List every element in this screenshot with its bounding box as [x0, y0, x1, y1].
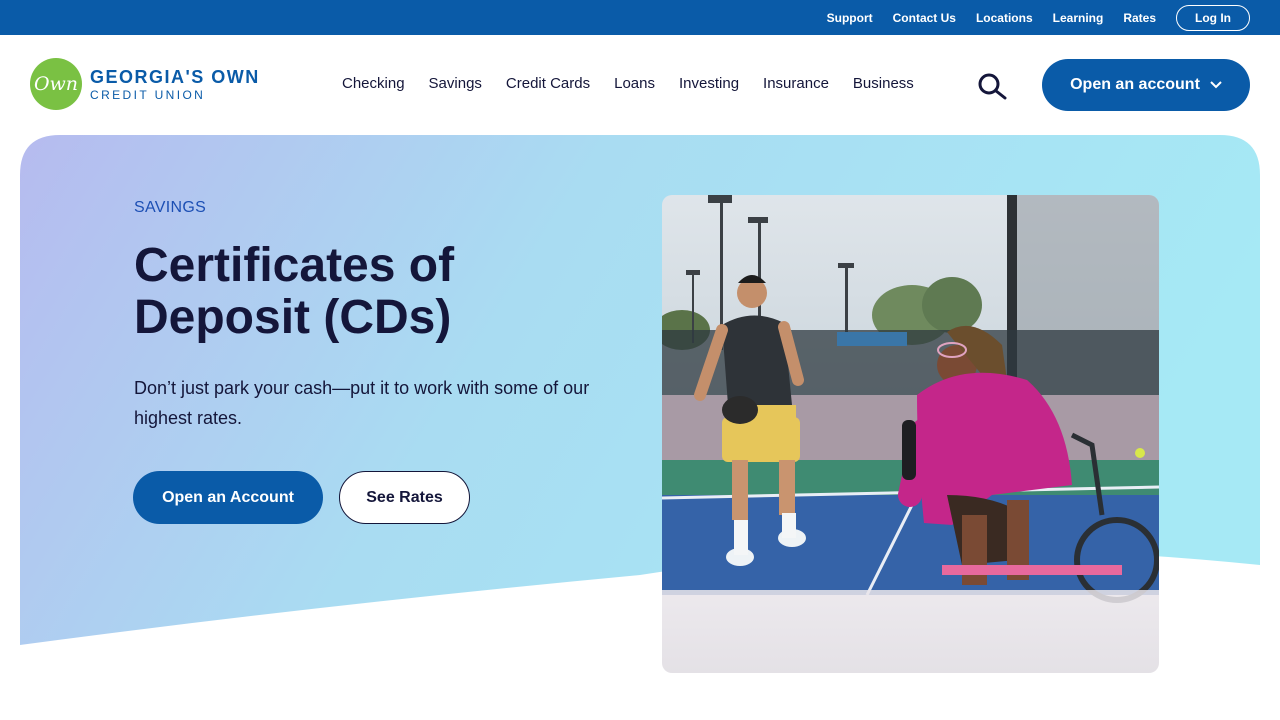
pickleball-players-photo [662, 195, 1159, 673]
utility-bar: Support Contact Us Locations Learning Ra… [0, 0, 1280, 35]
nav-item-savings[interactable]: Savings [429, 75, 482, 92]
main-header: Own GEORGIA'S OWN CREDIT UNION Checking … [0, 35, 1280, 135]
nav-item-business[interactable]: Business [853, 75, 914, 92]
nav-item-investing[interactable]: Investing [679, 75, 739, 92]
open-account-label: Open an account [1070, 76, 1200, 93]
logo-mark: Own [30, 58, 82, 110]
utility-link-locations[interactable]: Locations [976, 11, 1033, 25]
nav-item-checking[interactable]: Checking [342, 75, 405, 92]
main-nav: Checking Savings Credit Cards Loans Inve… [330, 75, 926, 92]
search-icon[interactable] [976, 72, 1008, 100]
see-rates-button[interactable]: See Rates [339, 471, 470, 524]
hero-eyebrow: SAVINGS [134, 199, 207, 216]
chevron-down-icon [1210, 81, 1222, 89]
nav-item-credit-cards[interactable]: Credit Cards [506, 75, 590, 92]
utility-link-learning[interactable]: Learning [1053, 11, 1104, 25]
hero-subtitle: Don’t just park your cash—put it to work… [134, 378, 590, 428]
nav-item-loans[interactable]: Loans [614, 75, 655, 92]
login-button[interactable]: Log In [1176, 4, 1250, 31]
open-an-account-button[interactable]: Open an Account [133, 471, 323, 524]
utility-link-support[interactable]: Support [827, 11, 873, 25]
hero-photo [662, 195, 1159, 673]
utility-link-rates[interactable]: Rates [1123, 11, 1156, 25]
logo-name-line1: GEORGIA'S OWN [90, 66, 260, 87]
logo-name-line2: CREDIT UNION [90, 87, 206, 102]
page-title: Certificates of Deposit (CDs) [134, 239, 455, 344]
utility-link-contact-us[interactable]: Contact Us [893, 11, 956, 25]
open-account-dropdown-button[interactable]: Open an account [1042, 59, 1250, 111]
nav-item-insurance[interactable]: Insurance [763, 75, 829, 92]
logo-text: GEORGIA'S OWN CREDIT UNION [90, 68, 260, 101]
logo[interactable]: Own GEORGIA'S OWN CREDIT UNION [30, 58, 260, 110]
